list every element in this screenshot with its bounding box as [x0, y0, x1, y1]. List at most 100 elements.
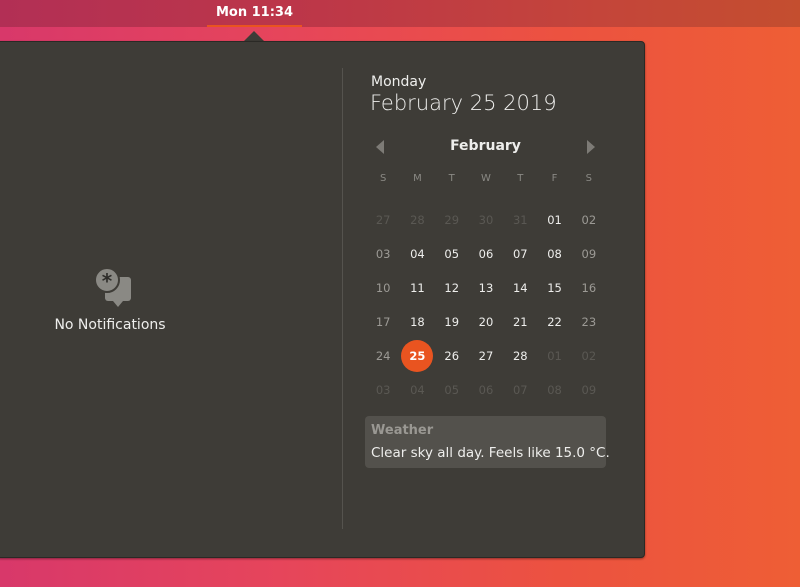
calendar-day[interactable]: 07 [503, 237, 537, 271]
weather-title: Weather [371, 423, 434, 438]
calendar-day[interactable]: 30 [469, 203, 503, 237]
calendar-day[interactable]: 01 [537, 203, 571, 237]
calendar-day[interactable]: 27 [469, 339, 503, 373]
calendar-day[interactable]: 12 [435, 271, 469, 305]
weekday-label: T [517, 173, 524, 184]
clock-menu-button[interactable]: Mon 11:34 [207, 0, 302, 27]
day-number: 02 [581, 349, 597, 363]
day-number: 06 [478, 247, 494, 261]
day-number: 12 [444, 281, 460, 295]
calendar-day[interactable]: 11 [400, 271, 434, 305]
day-number: 16 [581, 281, 597, 295]
calendar-day[interactable]: 06 [469, 373, 503, 407]
day-number: 08 [547, 383, 562, 397]
calendar-day[interactable]: 21 [503, 305, 537, 339]
weekday-label: S [379, 173, 387, 184]
notification-bubble-icon: * [87, 267, 133, 311]
calendar-day[interactable]: 03 [366, 373, 400, 407]
calendar-day[interactable]: 18 [400, 305, 434, 339]
weekday-label: W [481, 173, 491, 184]
calendar-day[interactable]: 31 [503, 203, 537, 237]
calendar-day[interactable]: 14 [503, 271, 537, 305]
calendar-day[interactable]: 02 [572, 339, 606, 373]
day-number: 09 [581, 247, 597, 261]
calendar-day[interactable]: 28 [400, 203, 434, 237]
top-bar: Mon 11:34 [0, 0, 800, 27]
day-number: 25 [401, 340, 434, 372]
day-number: 28 [410, 213, 425, 227]
calendar-day[interactable]: 28 [503, 339, 537, 373]
calendar-day[interactable]: 05 [435, 237, 469, 271]
calendar-day[interactable]: 13 [469, 271, 503, 305]
day-number: 28 [512, 349, 528, 363]
calendar-day[interactable]: 17 [366, 305, 400, 339]
calendar-week: 24 25 26 27 28 01 02 [366, 339, 606, 373]
calendar-day[interactable]: 10 [366, 271, 400, 305]
calendar-day[interactable]: 04 [400, 237, 434, 271]
calendar-day[interactable]: 29 [435, 203, 469, 237]
calendar-day[interactable]: 08 [537, 373, 571, 407]
calendar-day[interactable]: 08 [537, 237, 571, 271]
day-number: 29 [444, 213, 460, 227]
day-number: 19 [444, 315, 460, 329]
calendar-day[interactable]: 09 [572, 237, 606, 271]
day-number: 10 [375, 281, 391, 295]
calendar-day[interactable]: 15 [537, 271, 571, 305]
notifications-empty-state: * No Notifications [40, 267, 180, 333]
weekday-header: SMTWTFS [366, 173, 606, 184]
weather-section[interactable]: Weather Clear sky all day. Feels like 15… [365, 416, 610, 468]
weekday-label: F [551, 173, 558, 184]
day-number: 18 [410, 315, 425, 329]
day-number: 02 [581, 213, 597, 227]
month-label: February [450, 138, 521, 154]
day-number: 13 [478, 281, 494, 295]
weekday-label: S [585, 173, 592, 184]
calendar-day[interactable]: 19 [435, 305, 469, 339]
calendar-day[interactable]: 06 [469, 237, 503, 271]
calendar-grid: 27 28 29 30 31 01 02 03 04 05 06 07 08 09 10 11 12 13 14 15… [366, 203, 606, 407]
calendar-day[interactable]: 20 [469, 305, 503, 339]
calendar-day[interactable]: 01 [537, 339, 571, 373]
calendar-day[interactable]: 27 [366, 203, 400, 237]
calendar-week: 03 04 05 06 07 08 09 [366, 237, 606, 271]
panel-divider [342, 68, 343, 529]
day-number: 07 [512, 247, 528, 261]
calendar-day[interactable]: 23 [572, 305, 606, 339]
weather-summary: Clear sky all day. Feels like 15.0 °C. [371, 445, 610, 461]
calendar-day[interactable]: 16 [572, 271, 606, 305]
full-date-label[interactable]: February 25 2019 [370, 91, 557, 115]
calendar-day[interactable]: 24 [366, 339, 400, 373]
calendar-day[interactable]: 22 [537, 305, 571, 339]
day-number: 21 [512, 315, 528, 329]
day-number: 05 [444, 383, 460, 397]
day-number: 08 [547, 247, 562, 261]
calendar-day[interactable]: 02 [572, 203, 606, 237]
calendar-day[interactable]: 03 [366, 237, 400, 271]
day-number: 04 [410, 383, 425, 397]
no-notifications-label: No Notifications [54, 317, 166, 333]
day-number: 23 [581, 315, 597, 329]
day-number: 04 [410, 247, 425, 261]
day-number: 11 [410, 281, 425, 295]
calendar-week: 03 04 05 06 07 08 09 [366, 373, 606, 407]
day-number: 06 [478, 383, 494, 397]
weekday-label[interactable]: Monday [371, 74, 426, 90]
calendar-day-today[interactable]: 25 [400, 339, 434, 373]
day-number: 27 [478, 349, 494, 363]
day-number: 27 [375, 213, 391, 227]
day-number: 17 [375, 315, 391, 329]
calendar-day[interactable]: 09 [572, 373, 606, 407]
calendar-day[interactable]: 26 [435, 339, 469, 373]
day-number: 22 [547, 315, 562, 329]
calendar-day[interactable]: 04 [400, 373, 434, 407]
weekday-label: M [413, 173, 422, 184]
day-number: 31 [512, 213, 528, 227]
day-number: 30 [478, 213, 494, 227]
chevron-right-icon[interactable] [587, 140, 595, 154]
calendar-day[interactable]: 07 [503, 373, 537, 407]
day-number: 20 [478, 315, 494, 329]
day-number: 14 [512, 281, 528, 295]
weekday-label: T [448, 173, 455, 184]
calendar-day[interactable]: 05 [435, 373, 469, 407]
day-number: 24 [375, 349, 391, 363]
